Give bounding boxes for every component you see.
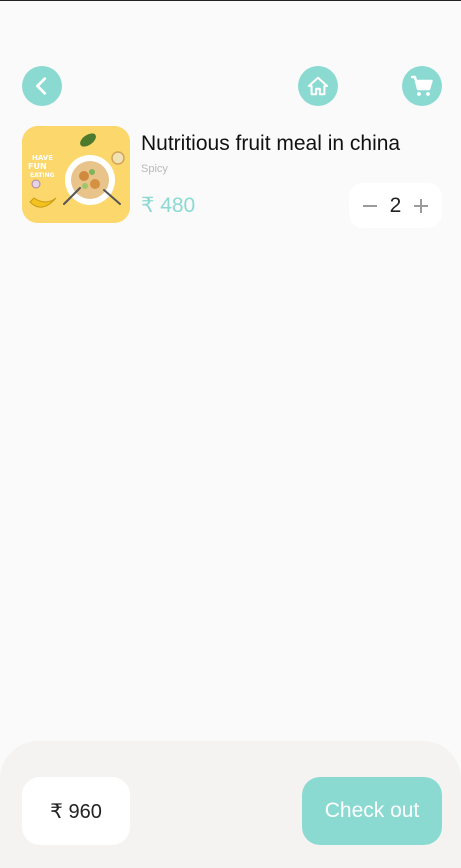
checkout-footer: ₹ 960 Check out (0, 741, 461, 868)
plus-icon[interactable] (412, 197, 430, 215)
cart-button[interactable] (402, 66, 442, 106)
home-icon (307, 76, 329, 96)
item-title: Nutritious fruit meal in china (141, 132, 401, 155)
home-button[interactable] (298, 66, 338, 106)
total-price: ₹ 960 (22, 777, 130, 845)
minus-icon[interactable] (361, 197, 379, 215)
svg-text:HAVE: HAVE (32, 154, 53, 162)
back-button[interactable] (22, 66, 62, 106)
svg-text:FUN: FUN (28, 162, 47, 171)
cart-item: HAVE FUN EATING Nutritious fruit meal in… (22, 126, 442, 228)
checkout-button[interactable]: Check out (302, 777, 442, 845)
food-plate-image: HAVE FUN EATING (22, 126, 130, 223)
quantity-value: 2 (389, 193, 402, 217)
svg-text:EATING: EATING (30, 172, 55, 179)
item-subtitle: Spicy (141, 163, 168, 175)
quantity-stepper: 2 (349, 183, 442, 228)
top-divider (0, 0, 461, 1)
item-price: ₹ 480 (141, 194, 196, 217)
chevron-left-icon (36, 77, 47, 95)
shopping-cart-icon (410, 75, 433, 96)
